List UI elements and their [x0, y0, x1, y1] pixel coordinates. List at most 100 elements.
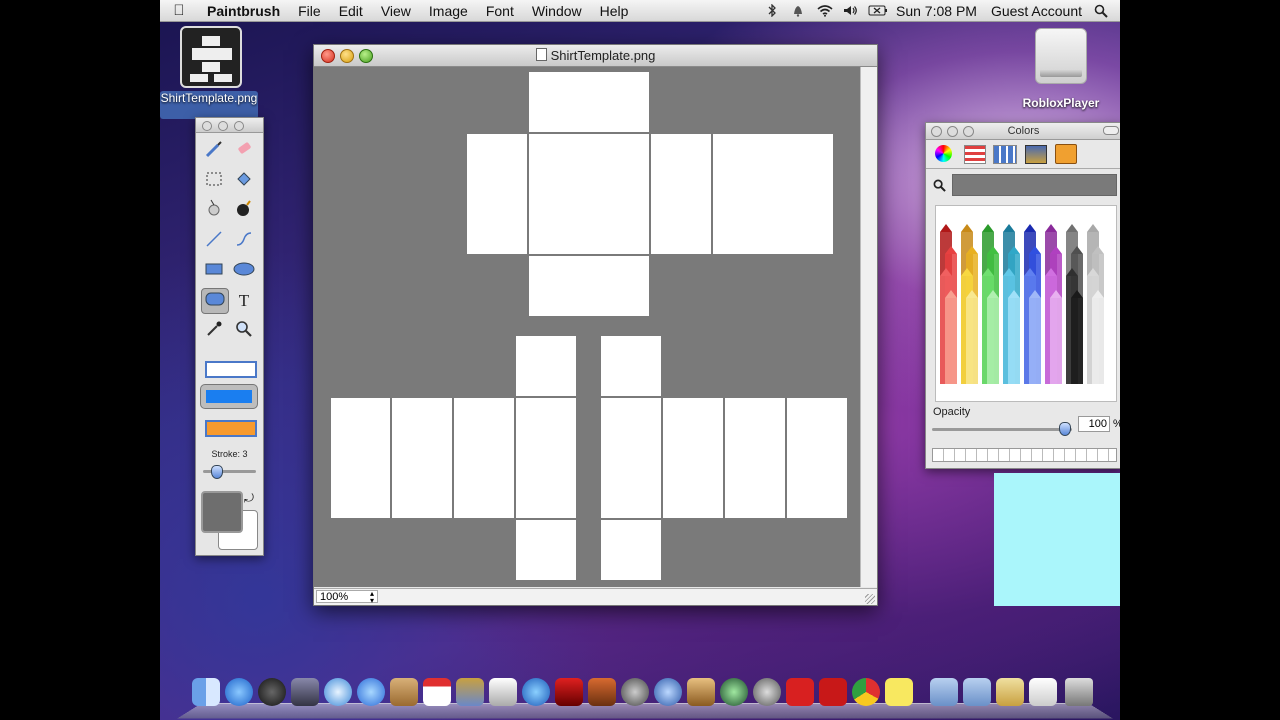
menu-help[interactable]: Help — [591, 3, 638, 19]
line-tool-icon[interactable] — [202, 229, 226, 253]
menu-font[interactable]: Font — [477, 3, 523, 19]
text-tool-icon[interactable]: T — [232, 289, 256, 313]
colors-close-button[interactable] — [931, 126, 942, 137]
applications-folder-dock-icon[interactable] — [930, 678, 958, 706]
crayon-tip — [1003, 224, 1015, 232]
battery-icon[interactable] — [868, 4, 887, 17]
palette-minimize-button[interactable] — [218, 121, 228, 131]
address-book-dock-icon[interactable] — [390, 678, 418, 706]
curve-tool-icon[interactable] — [232, 229, 256, 253]
vertical-scrollbar[interactable] — [860, 67, 877, 587]
crayons-graphic[interactable] — [936, 206, 1116, 401]
menu-view[interactable]: View — [372, 3, 420, 19]
opacity-field[interactable] — [1078, 416, 1110, 432]
palette-close-button[interactable] — [202, 121, 212, 131]
mission-control-dock-icon[interactable] — [291, 678, 319, 706]
image-capture-dock-icon[interactable] — [588, 678, 616, 706]
zoom-tool-icon[interactable] — [232, 319, 256, 343]
ellipse-tool-icon[interactable] — [232, 259, 256, 283]
iphoto-dock-icon[interactable] — [489, 678, 517, 706]
desktop-drive-icon[interactable]: RobloxPlayer — [1008, 28, 1114, 110]
zoom-button[interactable] — [359, 49, 373, 63]
paint-bucket-tool-icon[interactable] — [232, 169, 256, 193]
color-palettes-icon[interactable] — [993, 145, 1017, 164]
swap-colors-icon[interactable]: ⤾ — [244, 491, 254, 506]
rounded-rectangle-tool-icon[interactable] — [201, 288, 229, 314]
spotlight-search-icon[interactable] — [1094, 4, 1110, 18]
roblox-studio-dock-icon[interactable] — [819, 678, 847, 706]
opacity-slider[interactable] — [932, 422, 1072, 436]
itunes-dock-icon[interactable] — [522, 678, 550, 706]
crayon-box[interactable] — [935, 205, 1117, 402]
right-arm-side-panel — [601, 398, 661, 518]
drawing-canvas[interactable] — [314, 67, 860, 587]
bluetooth-icon[interactable] — [764, 3, 780, 18]
garageband-dock-icon[interactable] — [687, 678, 715, 706]
menu-image[interactable]: Image — [420, 3, 477, 19]
stroke-slider-knob[interactable] — [211, 465, 223, 479]
color-sliders-icon[interactable] — [964, 145, 986, 164]
preview-dock-icon[interactable] — [456, 678, 484, 706]
resize-grip-icon[interactable] — [865, 594, 875, 604]
chrome-dock-icon[interactable] — [852, 678, 880, 706]
menu-clock[interactable]: Sun 7:08 PM — [889, 3, 984, 19]
eyedropper-tool-icon[interactable] — [202, 319, 226, 343]
safari-dock-icon[interactable] — [324, 678, 352, 706]
palette-titlebar[interactable] — [196, 118, 263, 133]
apple-menu-icon[interactable]:  — [160, 2, 198, 19]
color-search-input[interactable] — [952, 174, 1117, 196]
paintbrush-dock-icon[interactable] — [1029, 678, 1057, 706]
foreground-color-well[interactable] — [201, 491, 243, 533]
fill-only-mode-button[interactable] — [200, 384, 258, 409]
airbrush-tool-icon[interactable] — [202, 198, 226, 222]
colors-titlebar[interactable]: Colors — [926, 123, 1120, 140]
menu-edit[interactable]: Edit — [330, 3, 372, 19]
image-palettes-icon[interactable] — [1025, 145, 1047, 164]
photo-booth-dock-icon[interactable] — [555, 678, 583, 706]
system-preferences-dock-icon[interactable] — [753, 678, 781, 706]
rectangle-tool-icon[interactable] — [202, 259, 226, 283]
zoom-select[interactable]: 100% ▴ ▾ — [316, 590, 378, 605]
notification-bell-icon[interactable] — [790, 4, 806, 17]
selection-tool-icon[interactable] — [202, 169, 226, 193]
opacity-slider-knob[interactable] — [1059, 422, 1071, 436]
stroke-and-fill-mode-button[interactable] — [205, 420, 257, 437]
colors-minimize-button[interactable] — [947, 126, 958, 137]
palette-zoom-button[interactable] — [234, 121, 244, 131]
crayons-mode-icon[interactable] — [1055, 144, 1077, 164]
stroke-only-mode-button[interactable] — [205, 361, 257, 378]
bomb-tool-icon[interactable] — [232, 198, 256, 222]
window-titlebar[interactable]: ShirtTemplate.png — [314, 45, 877, 67]
sticky-note[interactable] — [994, 473, 1120, 606]
color-swatches-strip[interactable] — [932, 448, 1117, 462]
roblox-dock-icon[interactable] — [786, 678, 814, 706]
volume-icon[interactable] — [842, 4, 858, 17]
app-store-dock-icon[interactable] — [225, 678, 253, 706]
ical-dock-icon[interactable] — [423, 678, 451, 706]
brush-tool-icon[interactable] — [202, 139, 226, 163]
trash-dock-icon[interactable] — [1065, 678, 1093, 706]
left-arm-top-panel — [516, 336, 576, 396]
finder-dock-icon[interactable] — [192, 678, 220, 706]
close-button[interactable] — [321, 49, 335, 63]
menu-window[interactable]: Window — [523, 3, 591, 19]
colors-zoom-button[interactable] — [963, 126, 974, 137]
network-dock-icon[interactable] — [654, 678, 682, 706]
eraser-tool-icon[interactable] — [232, 139, 256, 163]
time-machine-dock-icon[interactable] — [720, 678, 748, 706]
menu-file[interactable]: File — [289, 3, 330, 19]
menu-app-name[interactable]: Paintbrush — [198, 3, 289, 19]
desktop-file-icon[interactable]: ShirtTemplate.png — [160, 26, 262, 119]
stickies-dock-icon[interactable] — [885, 678, 913, 706]
wifi-icon[interactable] — [816, 4, 833, 17]
stroke-slider[interactable] — [203, 465, 256, 479]
toolbar-toggle-button[interactable] — [1103, 126, 1119, 135]
documents-folder-dock-icon[interactable] — [963, 678, 991, 706]
color-wheel-icon[interactable] — [935, 145, 952, 162]
menu-user-account[interactable]: Guest Account — [984, 3, 1089, 19]
downloads-stack-dock-icon[interactable] — [996, 678, 1024, 706]
facetime-dock-icon[interactable] — [357, 678, 385, 706]
imovie-dock-icon[interactable] — [621, 678, 649, 706]
minimize-button[interactable] — [340, 49, 354, 63]
dashboard-dock-icon[interactable] — [258, 678, 286, 706]
